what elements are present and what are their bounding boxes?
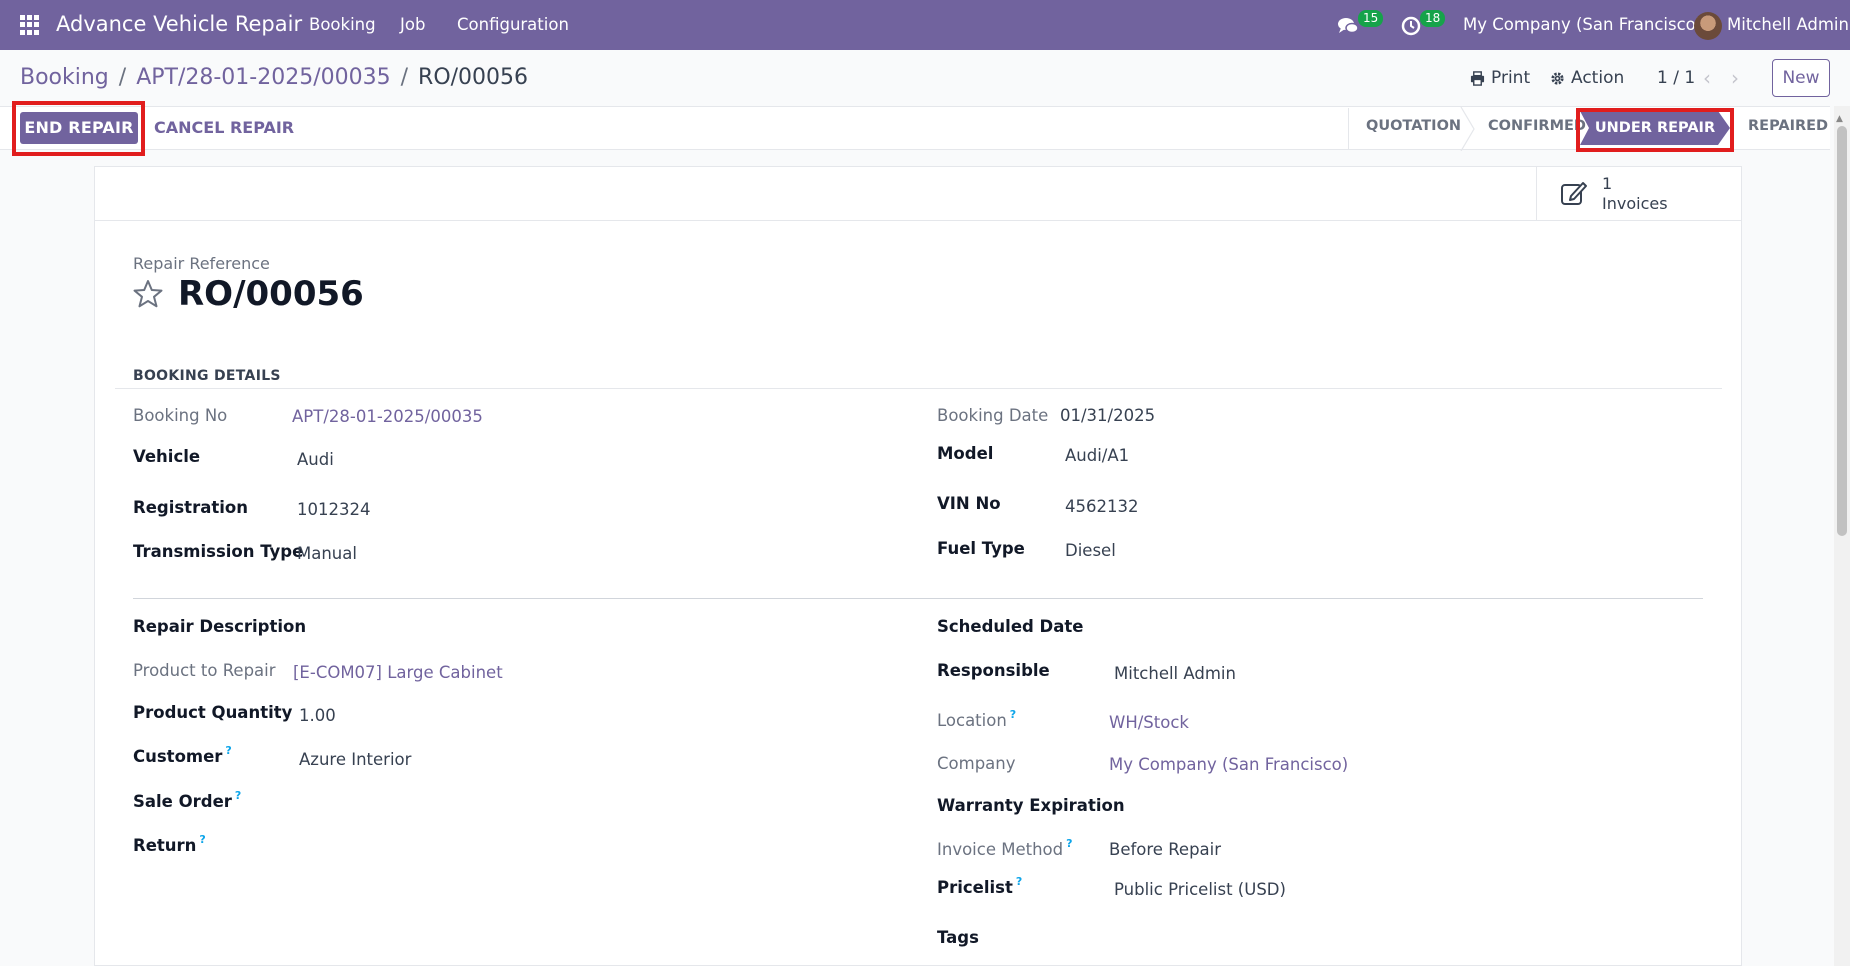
breadcrumb-booking-ref[interactable]: APT/28-01-2025/00035 bbox=[136, 65, 390, 90]
invoices-label: Invoices bbox=[1602, 194, 1668, 213]
menu-job[interactable]: Job bbox=[400, 15, 425, 34]
help-icon[interactable]: ? bbox=[1016, 875, 1022, 888]
product-quantity-label: Product Quantity bbox=[133, 703, 293, 722]
scrollbar-thumb[interactable] bbox=[1837, 126, 1847, 536]
apps-grid-icon[interactable] bbox=[20, 15, 40, 35]
help-icon[interactable]: ? bbox=[1010, 708, 1016, 721]
responsible-label: Responsible bbox=[937, 661, 1050, 680]
booking-date-field[interactable]: 01/31/2025 bbox=[1060, 406, 1155, 425]
vin-no-label: VIN No bbox=[937, 494, 1001, 513]
vehicle-field[interactable]: Audi bbox=[297, 450, 334, 469]
help-icon[interactable]: ? bbox=[235, 789, 241, 802]
print-icon bbox=[1470, 70, 1485, 86]
avatar[interactable] bbox=[1694, 12, 1722, 40]
user-menu[interactable]: Mitchell Admin bbox=[1727, 15, 1849, 34]
company-link[interactable]: My Company (San Francisco) bbox=[1109, 755, 1348, 774]
help-icon[interactable]: ? bbox=[1066, 837, 1072, 850]
pager-value[interactable]: 1 / 1 bbox=[1657, 68, 1695, 88]
booking-date-label: Booking Date bbox=[937, 406, 1049, 425]
menu-booking[interactable]: Booking bbox=[309, 15, 376, 34]
invoice-method-label: Invoice Method? bbox=[937, 837, 1073, 859]
messages-badge: 15 bbox=[1358, 10, 1384, 27]
edit-icon bbox=[1561, 182, 1587, 205]
pager-previous-icon[interactable]: ‹ bbox=[1703, 66, 1711, 90]
return-label: Return? bbox=[133, 833, 206, 855]
company-switcher[interactable]: My Company (San Francisco) bbox=[1463, 15, 1702, 34]
vin-no-field[interactable]: 4562132 bbox=[1065, 497, 1139, 516]
customer-label: Customer? bbox=[133, 744, 232, 766]
action-button[interactable]: Action bbox=[1550, 68, 1624, 88]
breadcrumb-booking[interactable]: Booking bbox=[20, 65, 109, 90]
smart-button-bar bbox=[95, 167, 1741, 221]
section-divider bbox=[115, 388, 1722, 389]
repair-description-label: Repair Description bbox=[133, 617, 307, 636]
invoices-count: 1 bbox=[1602, 174, 1613, 193]
booking-no-link[interactable]: APT/28-01-2025/00035 bbox=[292, 407, 483, 426]
highlight-end-repair bbox=[12, 101, 145, 156]
registration-field[interactable]: 1012324 bbox=[297, 500, 371, 519]
cancel-repair-button[interactable]: CANCEL REPAIR bbox=[154, 118, 294, 137]
repair-reference-title: RO/00056 bbox=[178, 274, 364, 314]
stage-chevron bbox=[1460, 107, 1475, 151]
location-label: Location? bbox=[937, 708, 1017, 730]
product-to-repair-link[interactable]: [E-COM07] Large Cabinet bbox=[293, 663, 503, 682]
model-label: Model bbox=[937, 444, 994, 463]
product-quantity-field[interactable]: 1.00 bbox=[299, 706, 336, 725]
customer-field[interactable]: Azure Interior bbox=[299, 750, 411, 769]
action-label: Action bbox=[1571, 68, 1625, 88]
gear-icon bbox=[1551, 71, 1564, 85]
help-icon[interactable]: ? bbox=[199, 833, 205, 846]
breadcrumb-separator: / bbox=[118, 65, 127, 90]
location-link[interactable]: WH/Stock bbox=[1109, 713, 1189, 732]
registration-label: Registration bbox=[133, 498, 248, 517]
booking-no-label: Booking No bbox=[133, 406, 228, 425]
company-label: Company bbox=[937, 754, 1016, 773]
star-icon[interactable] bbox=[132, 278, 164, 310]
clock-icon[interactable] bbox=[1401, 16, 1421, 36]
fuel-type-field[interactable]: Diesel bbox=[1065, 541, 1116, 560]
sale-order-label: Sale Order? bbox=[133, 789, 242, 811]
fuel-type-label: Fuel Type bbox=[937, 539, 1025, 558]
transmission-type-label: Transmission Type bbox=[133, 542, 304, 561]
new-button[interactable]: New bbox=[1772, 59, 1830, 97]
booking-details-heading: BOOKING DETAILS bbox=[133, 368, 281, 384]
pricelist-field[interactable]: Public Pricelist (USD) bbox=[1114, 880, 1286, 899]
activities-badge: 18 bbox=[1420, 10, 1446, 27]
breadcrumb-separator: / bbox=[400, 65, 409, 90]
breadcrumb: Booking / APT/28-01-2025/00035 / RO/0005… bbox=[20, 65, 528, 90]
highlight-under-repair bbox=[1576, 108, 1734, 152]
breadcrumb-current: RO/00056 bbox=[418, 65, 529, 90]
vehicle-label: Vehicle bbox=[133, 447, 201, 466]
responsible-field[interactable]: Mitchell Admin bbox=[1114, 664, 1236, 683]
model-field[interactable]: Audi/A1 bbox=[1065, 446, 1129, 465]
stage-quotation[interactable]: QUOTATION bbox=[1366, 118, 1461, 134]
menu-configuration[interactable]: Configuration bbox=[457, 15, 569, 34]
warranty-expiration-label: Warranty Expiration bbox=[937, 796, 1125, 815]
scroll-up-icon[interactable]: ▲ bbox=[1836, 114, 1843, 124]
scheduled-date-label: Scheduled Date bbox=[937, 617, 1084, 636]
invoice-method-field[interactable]: Before Repair bbox=[1109, 840, 1221, 859]
stage-divider bbox=[1348, 108, 1349, 150]
section-divider bbox=[133, 598, 1703, 599]
chat-icon[interactable] bbox=[1337, 16, 1359, 36]
help-icon[interactable]: ? bbox=[225, 744, 231, 757]
app-name[interactable]: Advance Vehicle Repair bbox=[56, 12, 302, 36]
transmission-type-field[interactable]: Manual bbox=[297, 544, 357, 563]
pager-next-icon[interactable]: › bbox=[1731, 66, 1739, 90]
product-to-repair-label: Product to Repair bbox=[133, 661, 276, 680]
pricelist-label: Pricelist? bbox=[937, 875, 1023, 897]
print-button[interactable]: Print bbox=[1470, 68, 1530, 88]
repair-reference-label: Repair Reference bbox=[133, 254, 270, 273]
print-label: Print bbox=[1491, 68, 1531, 88]
tags-label: Tags bbox=[937, 928, 979, 947]
stage-confirmed[interactable]: CONFIRMED bbox=[1488, 118, 1586, 134]
stage-repaired[interactable]: REPAIRED bbox=[1748, 118, 1828, 134]
